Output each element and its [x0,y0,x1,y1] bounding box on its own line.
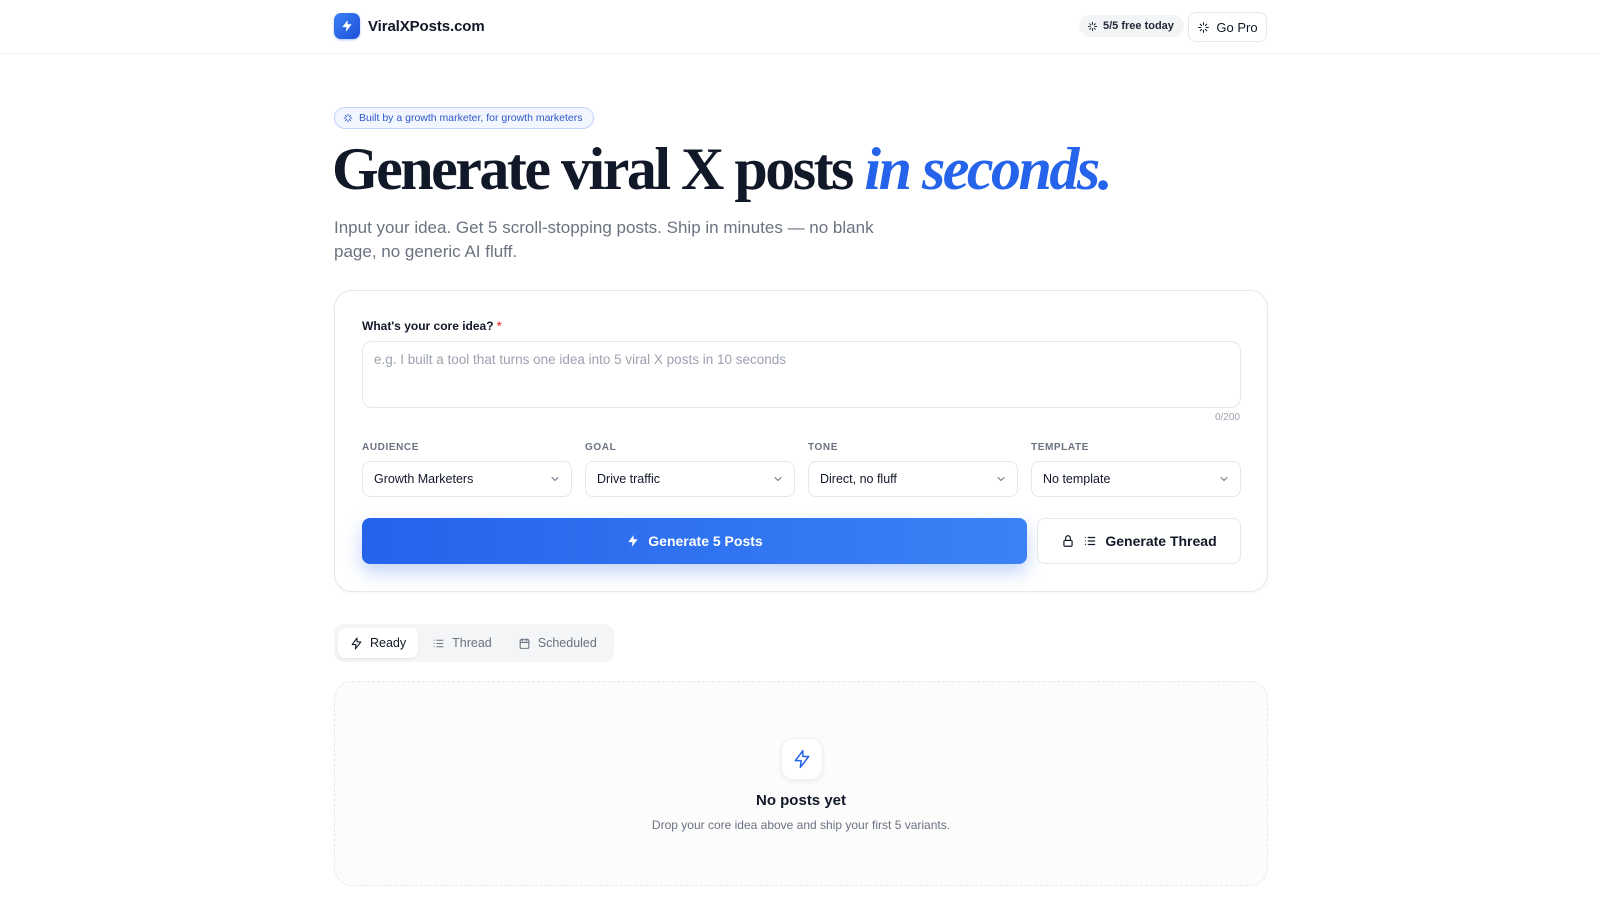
bolt-icon [350,637,363,650]
sparkle-icon [343,113,353,123]
calendar-icon [518,637,531,650]
builder-badge-text: Built by a growth marketer, for growth m… [359,112,583,124]
lock-icon [1061,534,1075,548]
audience-label: AUDIENCE [362,442,420,453]
template-value: No template [1043,472,1111,486]
idea-form-card: What's your core idea? * 0/200 AUDIENCE … [334,290,1268,592]
headline-main: Generate viral X posts [332,136,865,202]
tone-label: TONE [808,442,838,453]
template-label: TEMPLATE [1031,442,1089,453]
sparkle-icon [1197,21,1210,34]
brand-name: ViralXPosts.com [368,17,485,35]
chevron-down-icon [1218,473,1230,485]
template-select[interactable]: No template [1031,461,1241,497]
top-navigation-bar: ViralXPosts.com 5/5 free today Go Pro [0,0,1600,54]
tone-select[interactable]: Direct, no fluff [808,461,1018,497]
idea-label-text: What's your core idea? [362,319,494,333]
empty-state-panel: No posts yet Drop your core idea above a… [334,681,1268,886]
audience-select[interactable]: Growth Marketers [362,461,572,497]
generate-thread-button[interactable]: Generate Thread [1037,518,1241,564]
tab-scheduled[interactable]: Scheduled [506,628,609,658]
chevron-down-icon [549,473,561,485]
tab-scheduled-label: Scheduled [537,636,597,650]
brand-logo-link[interactable]: ViralXPosts.com [334,13,485,39]
tab-thread[interactable]: Thread [420,628,504,658]
goal-value: Drive traffic [597,472,660,486]
go-pro-label: Go Pro [1216,19,1258,35]
builder-badge: Built by a growth marketer, for growth m… [334,107,594,129]
tab-ready[interactable]: Ready [338,628,419,658]
required-marker: * [496,319,502,333]
goal-select[interactable]: Drive traffic [585,461,795,497]
page-headline: Generate viral X posts in seconds. [332,132,1113,206]
character-counter: 0/200 [1214,412,1240,423]
list-icon [1083,534,1097,548]
free-usage-text: 5/5 free today [1103,20,1174,32]
page-subheadline: Input your idea. Get 5 scroll-stopping p… [334,218,874,261]
audience-value: Growth Marketers [374,472,474,486]
chevron-down-icon [995,473,1007,485]
generate-thread-label: Generate Thread [1105,533,1217,549]
sparkle-icon [1087,21,1098,32]
goal-label: GOAL [585,442,617,453]
empty-state-subtitle: Drop your core idea above and ship your … [651,818,951,832]
generate-posts-button[interactable]: Generate 5 Posts [362,518,1027,564]
core-idea-input[interactable] [362,341,1241,408]
empty-state-title: No posts yet [755,792,846,809]
headline-accent: in seconds. [864,136,1112,202]
chevron-down-icon [772,473,784,485]
list-icon [432,637,445,650]
bolt-logo-icon [334,13,360,39]
go-pro-button[interactable]: Go Pro [1188,12,1267,42]
generate-posts-label: Generate 5 Posts [648,533,763,549]
tab-ready-label: Ready [370,636,407,650]
results-tabs: Ready Thread Scheduled [334,624,614,662]
tab-thread-label: Thread [452,636,492,650]
idea-field-label: What's your core idea? * [362,319,502,333]
bolt-icon [781,738,823,780]
tone-value: Direct, no fluff [820,472,897,486]
bolt-icon [626,534,640,548]
free-usage-badge: 5/5 free today [1079,15,1184,37]
